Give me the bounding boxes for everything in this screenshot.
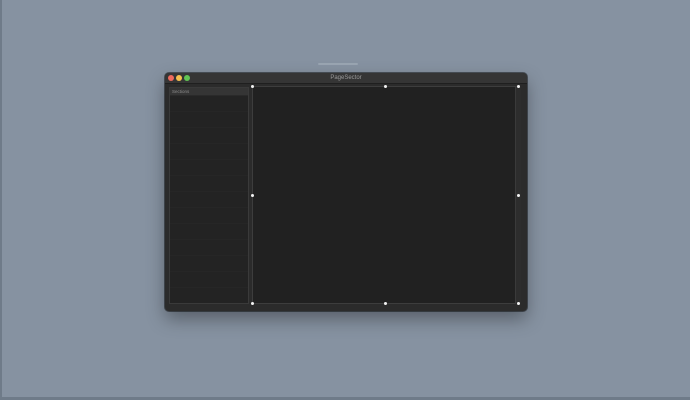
sections-sidebar: Sections [169, 87, 249, 304]
sections-list[interactable] [170, 96, 248, 303]
window-title: PageSector [330, 75, 362, 81]
resize-handle-middle-right[interactable] [517, 194, 520, 197]
resize-handle-top-right[interactable] [517, 85, 520, 88]
title-bar[interactable]: PageSector [165, 73, 527, 84]
resize-handle-top-center[interactable] [384, 85, 387, 88]
resize-handle-bottom-right[interactable] [517, 302, 520, 305]
resize-handle-top-left[interactable] [251, 85, 254, 88]
sidebar-header-label: Sections [172, 89, 190, 94]
resize-handle-middle-left[interactable] [251, 194, 254, 197]
desktop-background: PageSector Sections [0, 0, 690, 400]
faint-caption-mark [318, 63, 358, 65]
sidebar-header: Sections [170, 88, 248, 96]
resize-handle-bottom-center[interactable] [384, 302, 387, 305]
page-canvas[interactable] [252, 86, 519, 304]
app-window: PageSector Sections [165, 73, 527, 311]
desktop-edge [0, 0, 2, 400]
resize-handle-bottom-left[interactable] [251, 302, 254, 305]
